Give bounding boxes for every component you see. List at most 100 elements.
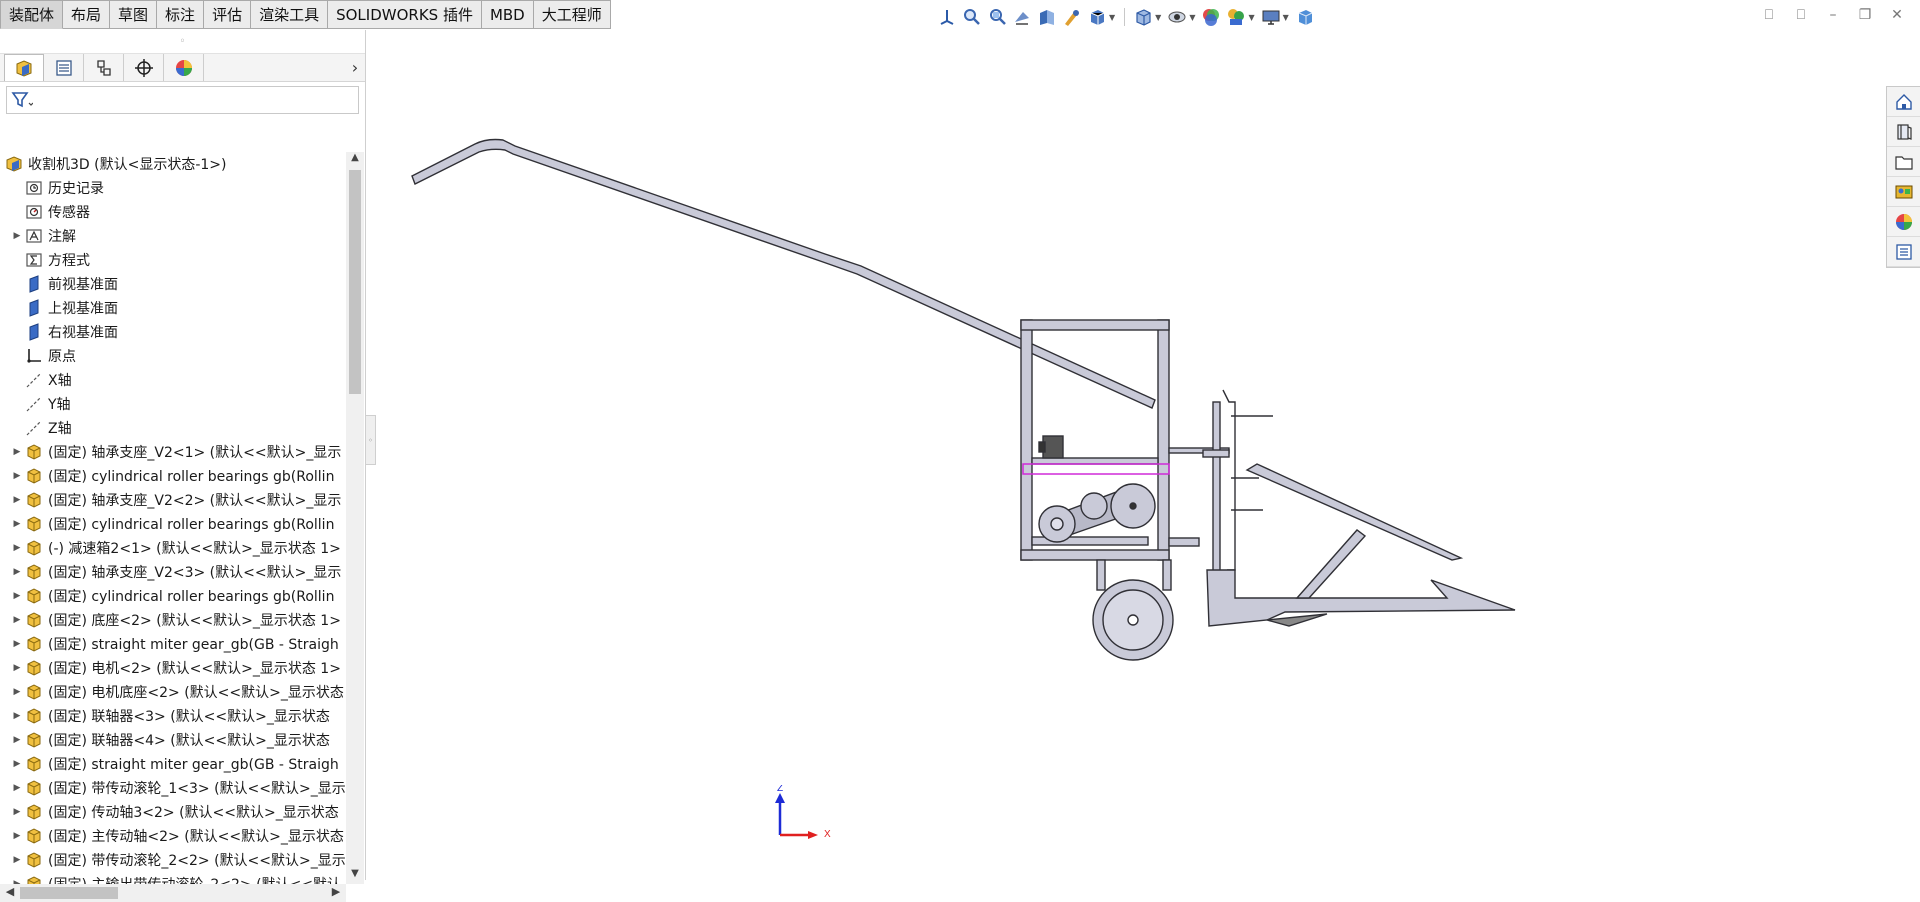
home-icon[interactable]: [1887, 87, 1920, 117]
zoom-area-icon[interactable]: [986, 6, 1008, 28]
tree-item-2[interactable]: ▶ 注解: [0, 224, 346, 248]
expand-arrow-icon[interactable]: ▶: [10, 231, 24, 241]
tree-item-17[interactable]: ▶ (固定) cylindrical roller bearings gb(Rol…: [0, 584, 346, 608]
tree-item-27[interactable]: ▶ (固定) 主传动轴<2> (默认<<默认>_显示状态: [0, 824, 346, 848]
chevron-down-icon[interactable]: ▼: [1189, 13, 1195, 22]
restore-icon[interactable]: ❐: [1856, 6, 1874, 24]
tree-item-18[interactable]: ▶ (固定) 底座<2> (默认<<默认>_显示状态 1>: [0, 608, 346, 632]
tree-item-14[interactable]: ▶ (固定) cylindrical roller bearings gb(Rol…: [0, 512, 346, 536]
tree-item-root[interactable]: 收割机3D (默认<显示状态-1>): [0, 152, 346, 176]
section-view-icon[interactable]: [1036, 6, 1058, 28]
dynamic-annotation-icon[interactable]: [1061, 6, 1083, 28]
tree-item-8[interactable]: X轴: [0, 368, 346, 392]
view-settings-icon[interactable]: [1260, 6, 1282, 28]
tab-2[interactable]: 草图: [110, 0, 158, 29]
chevron-down-icon[interactable]: ▼: [1248, 13, 1254, 22]
tab-4[interactable]: 评估: [204, 0, 252, 29]
tree-item-26[interactable]: ▶ (固定) 传动轴3<2> (默认<<默认>_显示状态: [0, 800, 346, 824]
tree-item-3[interactable]: 方程式: [0, 248, 346, 272]
property-manager-tab[interactable]: [44, 54, 84, 81]
close-icon[interactable]: ✕: [1888, 6, 1906, 24]
harvester-model[interactable]: [367, 30, 1887, 880]
panel-grip[interactable]: ◦: [0, 30, 365, 54]
tree-item-21[interactable]: ▶ (固定) 电机底座<2> (默认<<默认>_显示状态: [0, 680, 346, 704]
expand-arrow-icon[interactable]: ▶: [10, 615, 24, 625]
tab-1[interactable]: 布局: [63, 0, 111, 29]
expand-arrow-icon[interactable]: ▶: [10, 759, 24, 769]
tree-item-6[interactable]: 右视基准面: [0, 320, 346, 344]
expand-arrow-icon[interactable]: ▶: [10, 519, 24, 529]
tab-3[interactable]: 标注: [157, 0, 205, 29]
chevron-down-icon[interactable]: ▼: [1155, 13, 1161, 22]
expand-arrow-icon[interactable]: ▶: [10, 735, 24, 745]
expand-arrow-icon[interactable]: ▶: [10, 687, 24, 697]
expand-arrow-icon[interactable]: ▶: [10, 567, 24, 577]
tile-right-icon[interactable]: ⎕: [1792, 6, 1810, 24]
expand-arrow-icon[interactable]: ▶: [10, 639, 24, 649]
configuration-manager-tab[interactable]: [84, 54, 124, 81]
design-library-icon[interactable]: [1887, 117, 1920, 147]
graphics-area[interactable]: Z X: [367, 30, 1887, 880]
tree-item-9[interactable]: Y轴: [0, 392, 346, 416]
scroll-left-icon[interactable]: ◀: [2, 885, 18, 898]
expand-arrow-icon[interactable]: ▶: [10, 711, 24, 721]
tree-item-13[interactable]: ▶ (固定) 轴承支座_V2<2> (默认<<默认>_显示: [0, 488, 346, 512]
view-palette-icon[interactable]: [1887, 177, 1920, 207]
scroll-thumb[interactable]: [20, 887, 118, 899]
tree-item-5[interactable]: 上视基准面: [0, 296, 346, 320]
scroll-down-icon[interactable]: ▼: [346, 868, 364, 884]
tab-6[interactable]: SOLIDWORKS 插件: [328, 0, 482, 29]
tree-item-1[interactable]: 传感器: [0, 200, 346, 224]
tree-item-15[interactable]: ▶ (-) 减速箱2<1> (默认<<默认>_显示状态 1>: [0, 536, 346, 560]
tab-8[interactable]: 大工程师: [533, 0, 611, 29]
tree-item-25[interactable]: ▶ (固定) 带传动滚轮_1<3> (默认<<默认>_显示: [0, 776, 346, 800]
expand-arrow-icon[interactable]: ▶: [10, 855, 24, 865]
view-orientation-icon[interactable]: [1086, 6, 1108, 28]
expand-arrow-icon[interactable]: ▶: [10, 543, 24, 553]
display-manager-tab[interactable]: [164, 54, 204, 81]
appearances-icon[interactable]: [1887, 207, 1920, 237]
tree-item-10[interactable]: Z轴: [0, 416, 346, 440]
tree-item-0[interactable]: 历史记录: [0, 176, 346, 200]
tree-item-11[interactable]: ▶ (固定) 轴承支座_V2<1> (默认<<默认>_显示: [0, 440, 346, 464]
tree-filter[interactable]: [6, 86, 359, 114]
expand-arrow-icon[interactable]: ▶: [10, 447, 24, 457]
tree-item-24[interactable]: ▶ (固定) straight miter gear_gb(GB - Straig…: [0, 752, 346, 776]
tree-item-29[interactable]: ▶(固定) 主输出带传动滚轮_2<2> (默认<<默认: [0, 872, 346, 884]
tab-0[interactable]: 装配体: [0, 0, 64, 29]
chevron-right-icon[interactable]: ›: [345, 58, 365, 77]
hide-show-icon[interactable]: [1166, 6, 1188, 28]
tree-item-7[interactable]: 原点: [0, 344, 346, 368]
scroll-right-icon[interactable]: ▶: [328, 885, 344, 898]
expand-arrow-icon[interactable]: ▶: [10, 663, 24, 673]
display-style-icon[interactable]: [1132, 6, 1154, 28]
apply-scene-icon[interactable]: [1225, 6, 1247, 28]
feature-manager-tab[interactable]: [4, 54, 44, 81]
previous-view-icon[interactable]: [1011, 6, 1033, 28]
display-pane-icon[interactable]: [1294, 6, 1316, 28]
zoom-to-fit-icon[interactable]: [961, 6, 983, 28]
tab-7[interactable]: MBD: [481, 0, 534, 29]
view-triad-icon[interactable]: [936, 6, 958, 28]
tree-item-22[interactable]: ▶ (固定) 联轴器<3> (默认<<默认>_显示状态: [0, 704, 346, 728]
minimize-icon[interactable]: –: [1824, 6, 1842, 24]
tree-item-16[interactable]: ▶ (固定) 轴承支座_V2<3> (默认<<默认>_显示: [0, 560, 346, 584]
chevron-down-icon[interactable]: ▼: [1109, 13, 1115, 22]
edit-appearance-icon[interactable]: [1200, 6, 1222, 28]
tree-horizontal-scrollbar[interactable]: ◀ ▶: [0, 884, 346, 902]
file-explorer-icon[interactable]: [1887, 147, 1920, 177]
custom-properties-icon[interactable]: [1887, 237, 1920, 267]
chevron-down-icon[interactable]: ▼: [1283, 13, 1289, 22]
tree-item-12[interactable]: ▶ (固定) cylindrical roller bearings gb(Rol…: [0, 464, 346, 488]
expand-arrow-icon[interactable]: ▶: [10, 471, 24, 481]
expand-arrow-icon[interactable]: ▶: [10, 591, 24, 601]
tree-item-23[interactable]: ▶ (固定) 联轴器<4> (默认<<默认>_显示状态: [0, 728, 346, 752]
tree-item-20[interactable]: ▶ (固定) 电机<2> (默认<<默认>_显示状态 1>: [0, 656, 346, 680]
tree-item-4[interactable]: 前视基准面: [0, 272, 346, 296]
tree-item-19[interactable]: ▶ (固定) straight miter gear_gb(GB - Straig…: [0, 632, 346, 656]
tile-left-icon[interactable]: ⎕: [1760, 6, 1778, 24]
expand-arrow-icon[interactable]: ▶: [10, 831, 24, 841]
scroll-thumb[interactable]: [349, 170, 361, 394]
tab-5[interactable]: 渲染工具: [251, 0, 329, 29]
expand-arrow-icon[interactable]: ▶: [10, 807, 24, 817]
